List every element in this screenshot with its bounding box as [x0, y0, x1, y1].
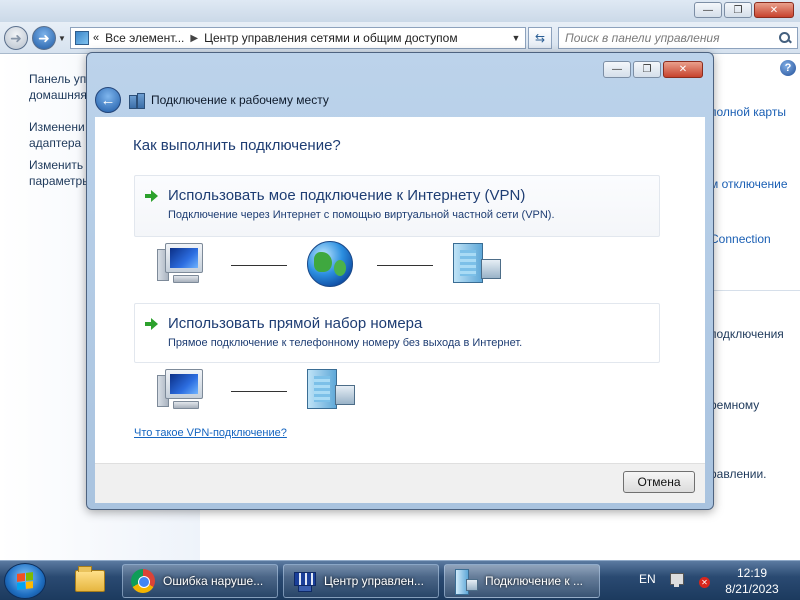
arrow-left-icon: ➜: [10, 29, 22, 46]
dial-diagram: [157, 367, 517, 417]
address-dropdown-icon[interactable]: ▼: [507, 33, 525, 43]
connection-link[interactable]: Connection: [710, 232, 798, 246]
dialog-maximize-button[interactable]: ❐: [633, 61, 661, 78]
vpn-option[interactable]: Использовать мое подключение к Интернету…: [134, 175, 660, 237]
sidebar-link[interactable]: Панель уп: [29, 71, 89, 87]
wizard-back-button[interactable]: ←: [95, 87, 121, 113]
control-panel-icon: [75, 31, 89, 45]
sidebar-link[interactable]: домашняя: [29, 87, 89, 103]
clock-date: 8/21/2023: [725, 582, 779, 596]
explorer-titlebar: — ❐ ✕: [0, 0, 800, 22]
network-error-icon: ✕: [699, 577, 710, 588]
section-text: ремному: [710, 398, 760, 412]
explorer-navbar: ➜ ➜ ▼ « Все элемент... ▶ Центр управлени…: [0, 22, 800, 54]
sidebar-link[interactable]: адаптера: [29, 135, 89, 151]
network-connection-icon: [129, 93, 145, 109]
vpn-diagram: [157, 241, 517, 291]
sidebar-link[interactable]: Изменени: [29, 119, 89, 135]
connect-to-workplace-dialog: — ❐ ✕ ← Подключение к рабочему месту Как…: [86, 52, 714, 510]
start-button[interactable]: [4, 563, 46, 599]
option-description: Подключение через Интернет с помощью вир…: [168, 209, 555, 221]
taskbar-button-label: Центр управлен...: [324, 574, 424, 588]
system-clock[interactable]: 12:19 8/21/2023: [716, 565, 788, 597]
dialog-footer: Отмена: [95, 463, 705, 503]
section-divider: [714, 290, 800, 291]
search-input[interactable]: Поиск в панели управления: [558, 27, 798, 49]
clock-time: 12:19: [736, 566, 768, 580]
help-icon[interactable]: ?: [780, 60, 796, 76]
green-arrow-icon: [145, 318, 159, 330]
dialog-body: Как выполнить подключение? Использовать …: [95, 117, 705, 463]
connection-line: [377, 265, 433, 266]
arrow-left-icon: ←: [100, 91, 116, 109]
option-description: Прямое подключение к телефонному номеру …: [168, 337, 523, 349]
option-title: Использовать мое подключение к Интернету…: [168, 187, 526, 204]
dialog-minimize-button[interactable]: —: [603, 61, 631, 78]
breadcrumb-overflow-icon[interactable]: «: [93, 32, 99, 44]
refresh-button[interactable]: ⇆: [528, 27, 552, 49]
taskbar-button-connect-workplace[interactable]: Подключение к ...: [444, 564, 600, 598]
sidebar-link[interactable]: параметры: [29, 173, 89, 189]
cancel-button[interactable]: Отмена: [623, 471, 695, 493]
network-center-icon: [292, 570, 316, 592]
explorer-window-controls: — ❐ ✕: [694, 2, 794, 18]
taskbar: Ошибка наруше... Центр управлен... Подкл…: [0, 560, 800, 600]
breadcrumb-item[interactable]: Все элемент...: [105, 31, 184, 45]
refresh-icon: ⇆: [534, 31, 546, 45]
disconnect-link[interactable]: м отключение: [710, 177, 798, 191]
breadcrumb-item[interactable]: Центр управления сетями и общим доступом: [204, 31, 458, 45]
minimize-button[interactable]: —: [694, 2, 722, 18]
connection-line: [231, 265, 287, 266]
maximize-button[interactable]: ❐: [724, 2, 752, 18]
internet-globe-icon: [307, 241, 353, 287]
recent-pages-dropdown[interactable]: ▼: [58, 34, 66, 43]
connection-line: [231, 391, 287, 392]
taskbar-button-label: Ошибка наруше...: [163, 574, 264, 588]
search-icon[interactable]: [778, 31, 792, 45]
green-arrow-icon: [145, 190, 159, 202]
option-title: Использовать прямой набор номера: [168, 315, 423, 332]
chrome-icon: [131, 569, 155, 593]
taskbar-button-label: Подключение к ...: [485, 574, 584, 588]
back-button[interactable]: ➜: [4, 26, 28, 50]
dialog-header: ← Подключение к рабочему месту: [95, 83, 705, 117]
explorer-pinned-button[interactable]: [64, 564, 116, 598]
page-heading: Как выполнить подключение?: [133, 137, 341, 154]
view-full-map-link[interactable]: полной карты: [710, 105, 798, 119]
section-text: подключения: [710, 327, 784, 341]
sidebar-link[interactable]: Изменить: [29, 157, 89, 173]
taskbar-button-network-center[interactable]: Центр управлен...: [283, 564, 439, 598]
network-tray-icon[interactable]: [670, 573, 688, 589]
language-indicator[interactable]: EN: [639, 572, 656, 586]
windows-logo-icon: [17, 572, 33, 590]
address-bar[interactable]: « Все элемент... ▶ Центр управления сетя…: [70, 27, 526, 49]
dialog-window-controls: — ❐ ✕: [603, 61, 703, 78]
direct-dial-option[interactable]: Использовать прямой набор номера Прямое …: [134, 303, 660, 363]
folder-icon: [75, 566, 105, 592]
computer-icon: [157, 243, 205, 287]
dialog-title: Подключение к рабочему месту: [151, 93, 329, 107]
workplace-server-icon: [453, 243, 501, 283]
close-button[interactable]: ✕: [754, 2, 794, 18]
taskbar-button-chrome[interactable]: Ошибка наруше...: [122, 564, 278, 598]
computer-icon: [157, 369, 205, 413]
workplace-server-icon: [307, 369, 355, 409]
breadcrumb-separator-icon[interactable]: ▶: [190, 33, 198, 44]
section-text: равлении.: [710, 467, 767, 481]
arrow-right-icon: ➜: [38, 29, 50, 46]
forward-button[interactable]: ➜: [32, 26, 56, 50]
search-placeholder: Поиск в панели управления: [565, 31, 720, 45]
server-icon: [453, 569, 478, 595]
dialog-close-button[interactable]: ✕: [663, 61, 703, 78]
what-is-vpn-link[interactable]: Что такое VPN-подключение?: [134, 427, 287, 439]
